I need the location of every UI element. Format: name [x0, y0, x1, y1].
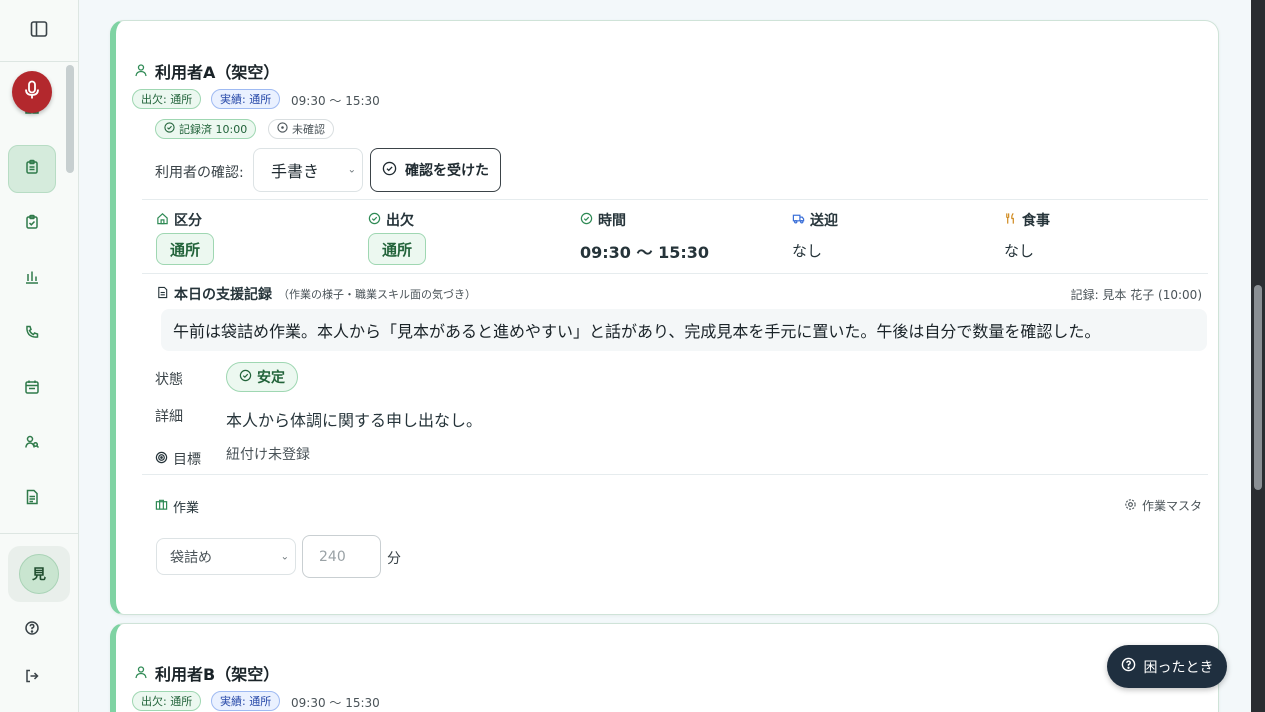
confirm-method-select[interactable]: 手書き ⌄	[253, 148, 363, 192]
goal-label: 目標	[155, 449, 201, 469]
check-circle-icon	[239, 369, 252, 386]
microphone-icon	[23, 80, 41, 104]
home-icon	[156, 212, 169, 229]
logout-button[interactable]	[8, 654, 56, 702]
detail-label: 詳細	[155, 409, 183, 425]
gear-icon	[1124, 498, 1137, 514]
voice-input-button[interactable]	[12, 71, 52, 113]
avatar: 見	[19, 554, 59, 594]
nav-contacts[interactable]	[8, 310, 56, 358]
sidebar-scrollbar[interactable]	[66, 65, 74, 173]
check-circle-icon	[164, 122, 175, 136]
status-badge[interactable]: 安定	[226, 362, 298, 392]
user-card-b: 利用者B（架空） 出欠: 通所 実績: 通所 09:30 〜 15:30	[110, 623, 1219, 712]
nav-calendar[interactable]	[8, 365, 56, 413]
sidebar-toggle-icon[interactable]	[29, 19, 49, 43]
sidebar: 見	[0, 0, 79, 712]
minutes-unit: 分	[387, 551, 401, 567]
confirm-label: 利用者の確認:	[155, 165, 244, 181]
record-meta: 記録: 見本 花子 (10:00)	[1070, 288, 1202, 302]
nav-reports[interactable]	[8, 255, 56, 303]
help-circle-icon	[1121, 657, 1136, 676]
document-icon	[156, 286, 169, 303]
record-subtitle: （作業の様子・職業スキル面の気づき）	[278, 288, 476, 301]
work-select[interactable]: 袋詰め ⌄	[156, 538, 296, 575]
sidebar-header	[0, 0, 78, 62]
divider	[142, 474, 1208, 475]
clock-check-icon	[580, 212, 593, 229]
user-icon	[134, 62, 148, 81]
actual-badge: 実績: 通所	[211, 89, 281, 109]
time-range: 09:30 〜 15:30	[291, 94, 380, 108]
help-circle-icon	[24, 620, 40, 640]
chevron-down-icon: ⌄	[347, 164, 356, 176]
actual-badge: 実績: 通所	[211, 691, 281, 711]
time-head: 時間	[580, 210, 626, 230]
user-name-b: 利用者B（架空）	[134, 661, 279, 685]
work-minutes-input[interactable]: 240	[302, 535, 381, 578]
unconfirmed-badge: 未確認	[268, 119, 334, 139]
document-icon	[24, 489, 40, 509]
utensils-icon	[1004, 212, 1017, 229]
truck-icon	[792, 212, 805, 229]
help-link[interactable]	[8, 606, 56, 654]
users-icon	[24, 434, 40, 454]
confirm-received-button[interactable]: 確認を受けた	[370, 148, 501, 192]
work-master-link[interactable]: 作業マスタ	[1124, 497, 1202, 514]
bar-chart-icon	[24, 269, 40, 289]
meal-head: 食事	[1004, 210, 1050, 230]
attendance-badge: 出欠: 通所	[132, 89, 202, 109]
attendance-head: 出欠	[368, 210, 414, 230]
user-card-a: 利用者A（架空） 出欠: 通所 実績: 通所 09:30 〜 15:30 記録済…	[110, 20, 1219, 615]
time-range: 09:30 〜 15:30	[291, 696, 380, 710]
clock-icon	[277, 122, 288, 136]
attendance-badge: 出欠: 通所	[132, 691, 202, 711]
divider	[142, 199, 1208, 200]
time-value: 09:30 〜 15:30	[580, 243, 710, 262]
clipboard-check-icon	[24, 214, 40, 234]
nav-users[interactable]	[8, 420, 56, 468]
chevron-down-icon: ⌄	[280, 551, 289, 562]
work-label: 作業	[155, 497, 199, 516]
trouble-help-button[interactable]: 困ったとき	[1107, 645, 1227, 688]
transport-value: なし	[792, 242, 823, 260]
nav-daily-records[interactable]	[8, 145, 56, 193]
page-scrollbar[interactable]	[1254, 285, 1262, 490]
calendar-icon	[24, 379, 40, 399]
meal-value: なし	[1004, 242, 1035, 260]
check-circle-icon	[368, 212, 381, 229]
attendance-value: 通所	[368, 233, 427, 265]
record-title: 本日の支援記録	[156, 284, 272, 304]
record-text[interactable]: 午前は袋詰め作業。本人から「見本があると進めやすい」と話があり、完成見本を手元に…	[161, 309, 1207, 351]
nav-documents[interactable]	[8, 475, 56, 523]
detail-value: 本人から体調に関する申し出なし。	[226, 411, 483, 430]
user-name-a: 利用者A（架空）	[134, 59, 279, 83]
recorded-badge: 記録済 10:00	[155, 119, 257, 139]
logout-icon	[24, 668, 40, 688]
user-icon	[134, 664, 148, 683]
category-head: 区分	[156, 210, 202, 230]
category-value: 通所	[156, 233, 215, 265]
clipboard-icon	[24, 159, 40, 179]
transport-head: 送迎	[792, 210, 838, 230]
goal-value: 紐付け未登録	[226, 447, 310, 463]
divider	[142, 273, 1208, 274]
user-menu[interactable]: 見	[8, 546, 70, 602]
status-label: 状態	[155, 372, 183, 388]
briefcase-icon	[155, 498, 168, 515]
phone-icon	[24, 324, 40, 344]
check-circle-icon	[382, 161, 397, 180]
sidebar-divider	[0, 533, 78, 534]
target-icon	[155, 451, 168, 468]
nav-checklist[interactable]	[8, 200, 56, 248]
